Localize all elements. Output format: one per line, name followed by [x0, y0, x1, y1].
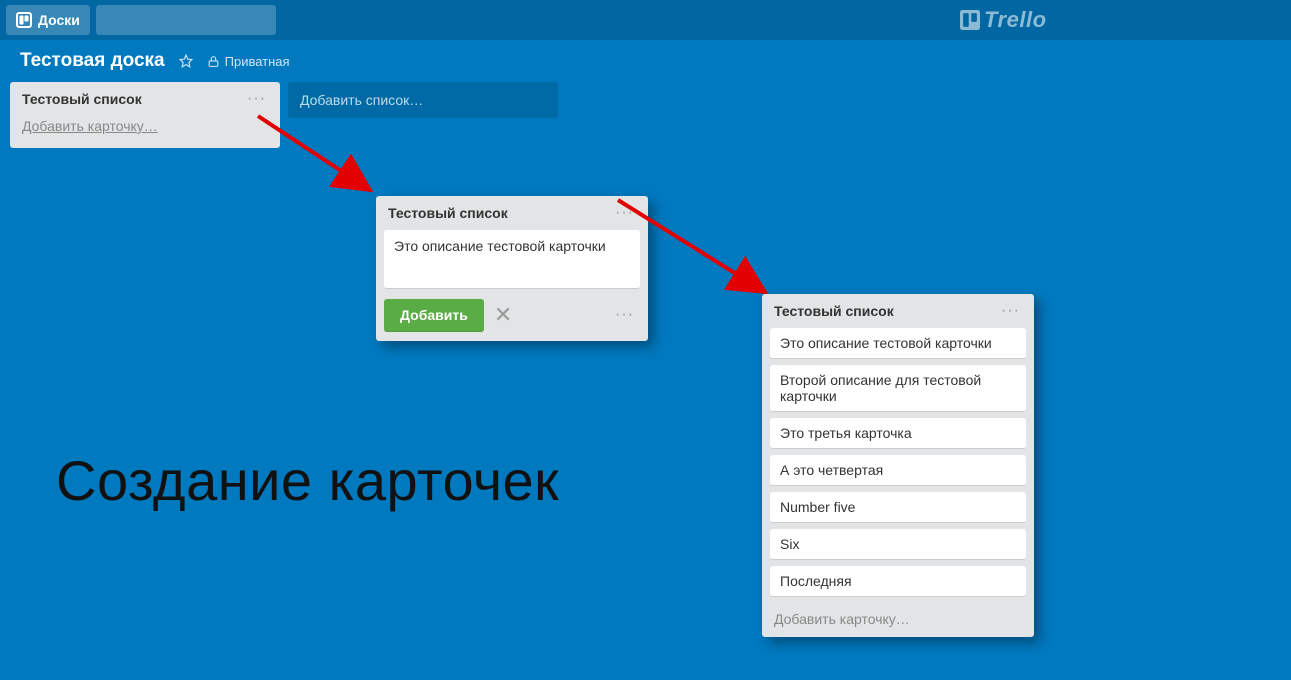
lock-icon [207, 55, 220, 68]
caption-text: Создание карточек [56, 448, 559, 513]
trello-logo-icon [960, 10, 980, 30]
list-menu-button[interactable]: ··· [997, 302, 1024, 320]
card[interactable]: Number five [770, 492, 1026, 523]
list-composing: Тестовый список ··· Это описание тестово… [376, 196, 648, 341]
list-title[interactable]: Тестовый список [22, 91, 142, 107]
card[interactable]: Это описание тестовой карточки [770, 328, 1026, 359]
boards-icon [16, 12, 32, 28]
list-title[interactable]: Тестовый список [774, 303, 894, 319]
boards-button[interactable]: Доски [6, 5, 90, 35]
star-button[interactable] [179, 54, 193, 68]
list-header: Тестовый список ··· [762, 294, 1034, 324]
list-menu-button[interactable]: ··· [243, 90, 270, 108]
card[interactable]: Это третья карточка [770, 418, 1026, 449]
card[interactable]: Второй описание для тестовой карточки [770, 365, 1026, 412]
privacy-label: Приватная [225, 54, 290, 69]
list-menu-button[interactable]: ··· [611, 204, 638, 222]
privacy-button[interactable]: Приватная [207, 54, 290, 69]
add-list-button[interactable]: Добавить список… [288, 82, 558, 118]
card[interactable]: Последняя [770, 566, 1026, 597]
board-name[interactable]: Тестовая доска [20, 50, 165, 72]
add-button[interactable]: Добавить [384, 299, 484, 331]
card-composer-textarea[interactable]: Это описание тестовой карточки [384, 230, 640, 289]
trello-logo-text: Trello [984, 7, 1047, 33]
search-input[interactable] [104, 13, 281, 28]
star-icon [179, 54, 193, 68]
board-header: Тестовая доска Приватная [0, 40, 1291, 82]
add-card-link[interactable]: Добавить карточку… [762, 603, 1034, 637]
search-box[interactable] [96, 5, 276, 35]
list-header: Тестовый список ··· [10, 82, 280, 112]
list-filled: Тестовый список ··· Это описание тестово… [762, 294, 1034, 637]
trello-logo: Trello [960, 7, 1047, 33]
list: Тестовый список ··· Добавить карточку… [10, 82, 280, 148]
close-icon[interactable]: ✕ [494, 304, 512, 326]
list-title[interactable]: Тестовый список [388, 205, 508, 221]
card[interactable]: А это четвертая [770, 455, 1026, 486]
add-card-link[interactable]: Добавить карточку… [10, 112, 280, 142]
card-composer-actions: Добавить ✕ ··· [376, 289, 648, 341]
boards-button-label: Доски [38, 12, 80, 28]
list-header: Тестовый список ··· [376, 196, 648, 226]
lists-row: Тестовый список ··· Добавить карточку… Д… [0, 82, 1291, 148]
card-composer-menu-button[interactable]: ··· [609, 306, 640, 324]
card[interactable]: Six [770, 529, 1026, 560]
top-header: Доски Trello [0, 0, 1291, 40]
